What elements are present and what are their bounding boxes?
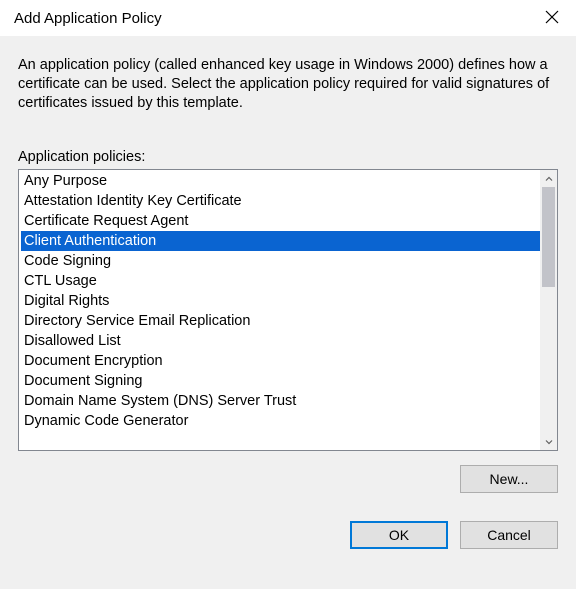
- list-item[interactable]: Attestation Identity Key Certificate: [21, 191, 540, 211]
- list-item[interactable]: CTL Usage: [21, 271, 540, 291]
- dialog-content: An application policy (called enhanced k…: [0, 36, 576, 589]
- list-item[interactable]: Client Authentication: [21, 231, 540, 251]
- titlebar: Add Application Policy: [0, 0, 576, 36]
- new-button[interactable]: New...: [460, 465, 558, 493]
- scroll-up-button[interactable]: [540, 170, 557, 187]
- close-button[interactable]: [528, 0, 576, 36]
- dialog-button-row: OK Cancel: [18, 521, 558, 549]
- description-text: An application policy (called enhanced k…: [18, 56, 558, 113]
- list-item[interactable]: Dynamic Code Generator: [21, 411, 540, 431]
- listbox-label: Application policies:: [18, 149, 558, 165]
- list-item[interactable]: Disallowed List: [21, 331, 540, 351]
- window-title: Add Application Policy: [14, 10, 162, 27]
- list-item[interactable]: Directory Service Email Replication: [21, 311, 540, 331]
- list-item[interactable]: Code Signing: [21, 251, 540, 271]
- ok-button[interactable]: OK: [350, 521, 448, 549]
- listbox-items: Any PurposeAttestation Identity Key Cert…: [19, 170, 540, 450]
- application-policies-listbox[interactable]: Any PurposeAttestation Identity Key Cert…: [18, 169, 558, 451]
- list-item[interactable]: Certificate Request Agent: [21, 211, 540, 231]
- list-item[interactable]: Any Purpose: [21, 171, 540, 191]
- list-item[interactable]: Document Signing: [21, 371, 540, 391]
- chevron-down-icon: [545, 433, 553, 449]
- scroll-down-button[interactable]: [540, 433, 557, 450]
- cancel-button[interactable]: Cancel: [460, 521, 558, 549]
- list-item[interactable]: Domain Name System (DNS) Server Trust: [21, 391, 540, 411]
- vertical-scrollbar[interactable]: [540, 170, 557, 450]
- scrollbar-thumb[interactable]: [542, 187, 555, 287]
- new-button-row: New...: [18, 465, 558, 493]
- list-item[interactable]: Document Encryption: [21, 351, 540, 371]
- chevron-up-icon: [545, 170, 553, 186]
- scrollbar-track[interactable]: [540, 187, 557, 433]
- close-icon: [545, 10, 559, 27]
- list-item[interactable]: Digital Rights: [21, 291, 540, 311]
